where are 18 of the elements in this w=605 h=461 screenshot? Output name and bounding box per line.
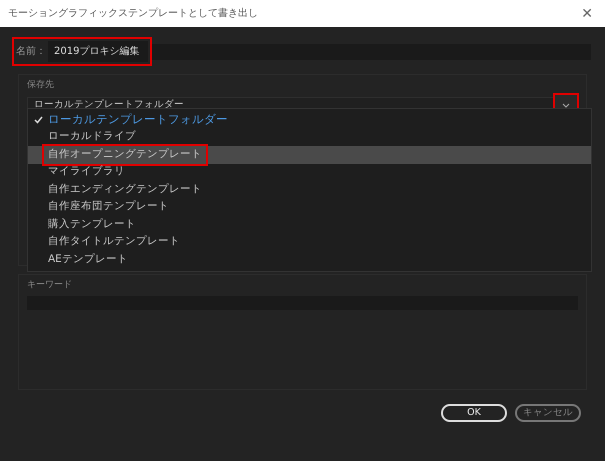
keyword-label: キーワード — [27, 278, 73, 292]
dropdown-option[interactable]: ローカルドライブ — [28, 128, 591, 146]
destination-label: 保存先 — [27, 79, 55, 92]
dropdown-option[interactable]: 購入テンプレート — [28, 216, 591, 234]
cancel-button[interactable]: キャンセル — [515, 404, 581, 422]
dropdown-option[interactable]: マイライブラリ — [28, 164, 591, 181]
checkmark-icon — [34, 116, 42, 124]
window-title: モーショングラフィックステンプレートとして書き出し — [8, 6, 258, 21]
dropdown-option[interactable]: 自作オープニングテンプレート — [28, 146, 591, 164]
chevron-down-icon — [562, 103, 570, 108]
ok-button[interactable]: OK — [441, 404, 507, 422]
name-field[interactable]: 2019プロキシ編集 — [48, 41, 148, 62]
close-button[interactable]: ✕ — [577, 6, 597, 20]
dropdown-option[interactable]: 自作タイトルテンプレート — [28, 234, 591, 251]
dropdown-option[interactable]: 自作エンディングテンプレート — [28, 181, 591, 198]
dropdown-option[interactable]: AEテンプレート — [28, 251, 591, 268]
name-label: 名前： — [16, 45, 46, 59]
dropdown-option[interactable]: 自作座布団テンプレート — [28, 198, 591, 216]
